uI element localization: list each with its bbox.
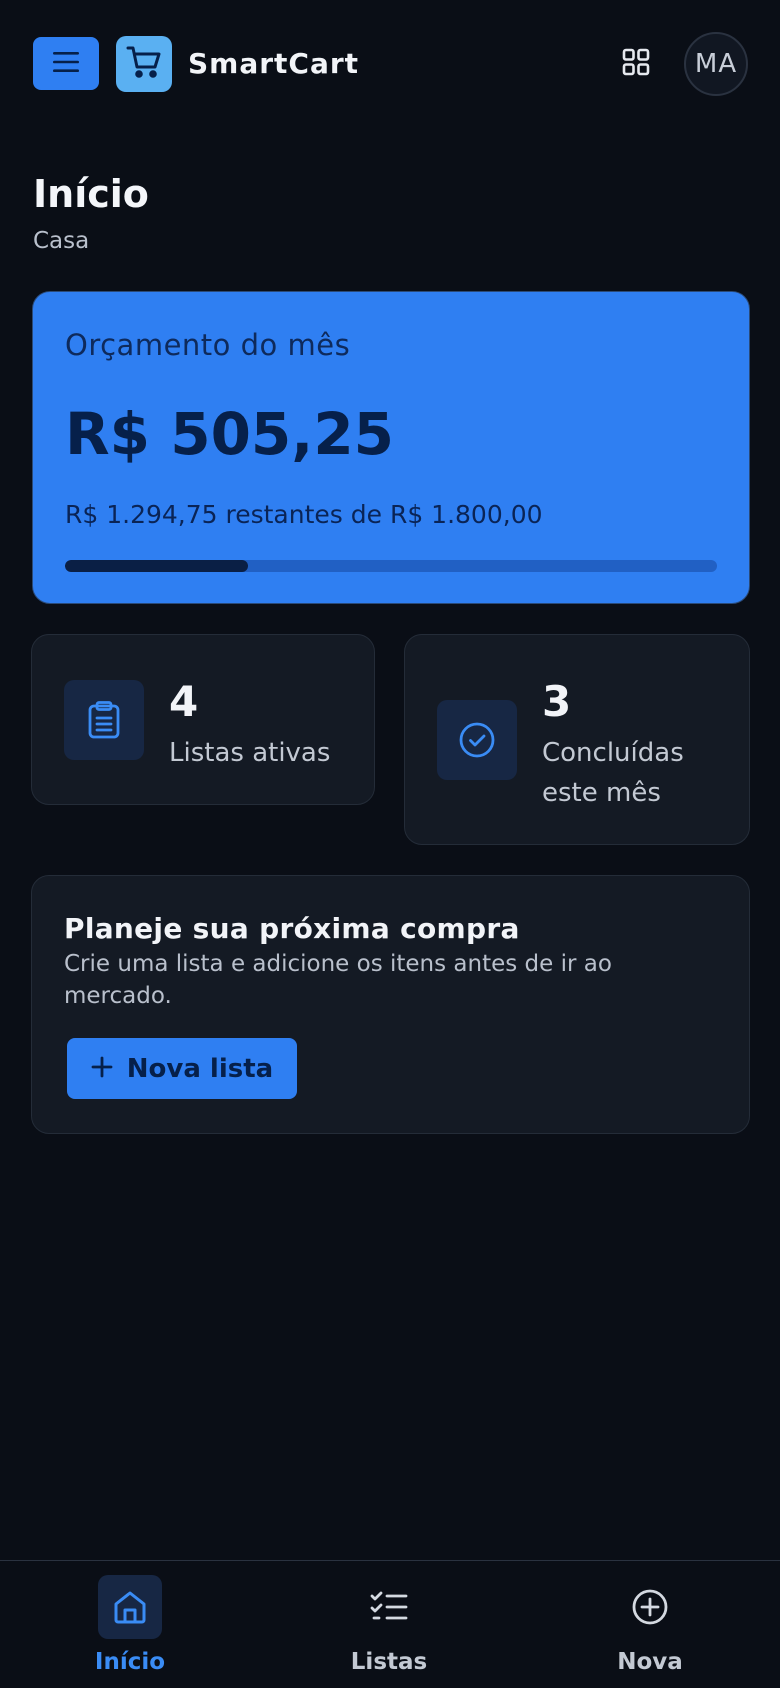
budget-remaining: R$ 1.294,75 restantes de R$ 1.800,00: [65, 500, 543, 529]
nav-label: Nova: [617, 1649, 683, 1675]
menu-button[interactable]: [33, 37, 99, 90]
app-header: SmartCart MA: [0, 0, 780, 128]
nav-item-new[interactable]: Nova: [550, 1561, 750, 1688]
stat-card-completed[interactable]: 3 Concluídas este mês: [404, 634, 750, 845]
nav-item-lists[interactable]: Listas: [289, 1561, 489, 1688]
nav-label: Listas: [350, 1649, 428, 1675]
stat-value: 3: [542, 677, 572, 726]
stat-value: 4: [169, 677, 199, 726]
user-avatar[interactable]: MA: [684, 32, 748, 96]
checklist-icon: [357, 1575, 421, 1639]
budget-progress-bar: [65, 560, 717, 572]
stat-label: Listas ativas: [169, 738, 331, 768]
menu-icon: [53, 51, 79, 77]
apps-button[interactable]: [616, 44, 656, 84]
clipboard-icon: [64, 680, 144, 760]
plan-title: Planeje sua próxima compra: [64, 912, 520, 945]
budget-label: Orçamento do mês: [65, 328, 351, 362]
page-title: Início: [33, 172, 149, 216]
bottom-nav: Início Listas Nova: [0, 1560, 780, 1688]
home-icon: [98, 1575, 162, 1639]
new-list-button-label: Nova lista: [126, 1053, 274, 1084]
plan-description: Crie uma lista e adicione os itens antes…: [64, 951, 612, 1009]
check-circle-icon: [437, 700, 517, 780]
plus-icon: [91, 1056, 113, 1082]
budget-progress-fill: [65, 560, 249, 572]
budget-card: Orçamento do mês R$ 505,25 R$ 1.294,75 r…: [32, 291, 750, 604]
brand-name: SmartCart: [188, 47, 360, 80]
stat-label: Concluídas este mês: [542, 738, 684, 808]
app-logo[interactable]: [116, 36, 172, 92]
page-subtitle: Casa: [33, 228, 90, 254]
plus-circle-icon: [618, 1575, 682, 1639]
plan-next-purchase-card: Planeje sua próxima compra Crie uma list…: [31, 875, 750, 1134]
nav-label: Início: [94, 1649, 166, 1675]
new-list-button[interactable]: Nova lista: [67, 1038, 297, 1099]
grid-icon: [622, 48, 650, 80]
shopping-cart-icon: [126, 45, 162, 83]
budget-amount: R$ 505,25: [65, 400, 395, 468]
nav-item-home[interactable]: Início: [30, 1561, 230, 1688]
stat-card-active-lists[interactable]: 4 Listas ativas: [31, 634, 375, 805]
